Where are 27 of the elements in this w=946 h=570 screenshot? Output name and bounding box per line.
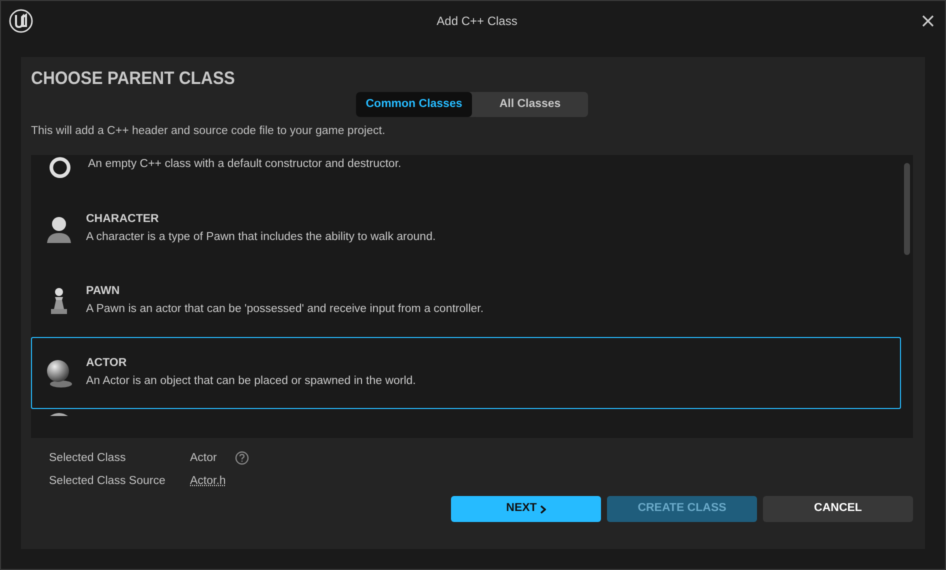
detail-label: Selected Class: [49, 450, 127, 466]
class-list-item[interactable]: ACTOR An Actor is an object that can be placed or spawned in the world.: [31, 336, 901, 408]
scrollbar-thumb[interactable]: [904, 162, 910, 254]
class-list-item[interactable]: CHARACTER A character is a type of Pawn that includes the ability to walk around.: [31, 192, 901, 264]
class-description: A character is a type of Pawn that includes the ability to walk around.: [86, 230, 436, 244]
dialog-button[interactable]: CANCEL: [763, 496, 913, 522]
source-file-link[interactable]: Actor.h: [190, 472, 226, 490]
logo-icon: [9, 9, 33, 33]
dialog-heading: CHOOSE PARENT CLASS: [31, 67, 236, 90]
dialog-button[interactable]: NEXT: [451, 496, 601, 522]
class-description: A Pawn is an actor that can be 'possessed' and receive input from a controller.: [86, 302, 484, 316]
class-list-item[interactable]: An empty C++ class with a default constructor and destructor.: [31, 154, 901, 192]
window-title: Add C++ Class: [436, 13, 518, 30]
close-button[interactable]: [921, 14, 935, 28]
class-description: An Actor is an object that can be placed or spawned in the world.: [86, 374, 416, 388]
class-description: An empty C++ class with a default constructor and destructor.: [88, 156, 402, 172]
tab[interactable]: Common Classes: [356, 92, 472, 118]
class-name: ACTOR: [86, 356, 128, 372]
sphere-icon: [44, 358, 74, 388]
detail-value: Actor: [190, 450, 217, 466]
chevron-right-icon: [540, 504, 546, 514]
class-name: PAWN: [86, 284, 121, 300]
help-icon[interactable]: [234, 451, 249, 466]
detail-label: Selected Class Source: [49, 474, 166, 489]
class-list-item[interactable]: PAWN A Pawn is an actor that can be 'possessed' and receive input from a controller.: [31, 264, 901, 336]
class-name: CHARACTER: [86, 212, 160, 228]
intro-text: This will add a C++ header and source code file to your game project.: [31, 124, 386, 140]
